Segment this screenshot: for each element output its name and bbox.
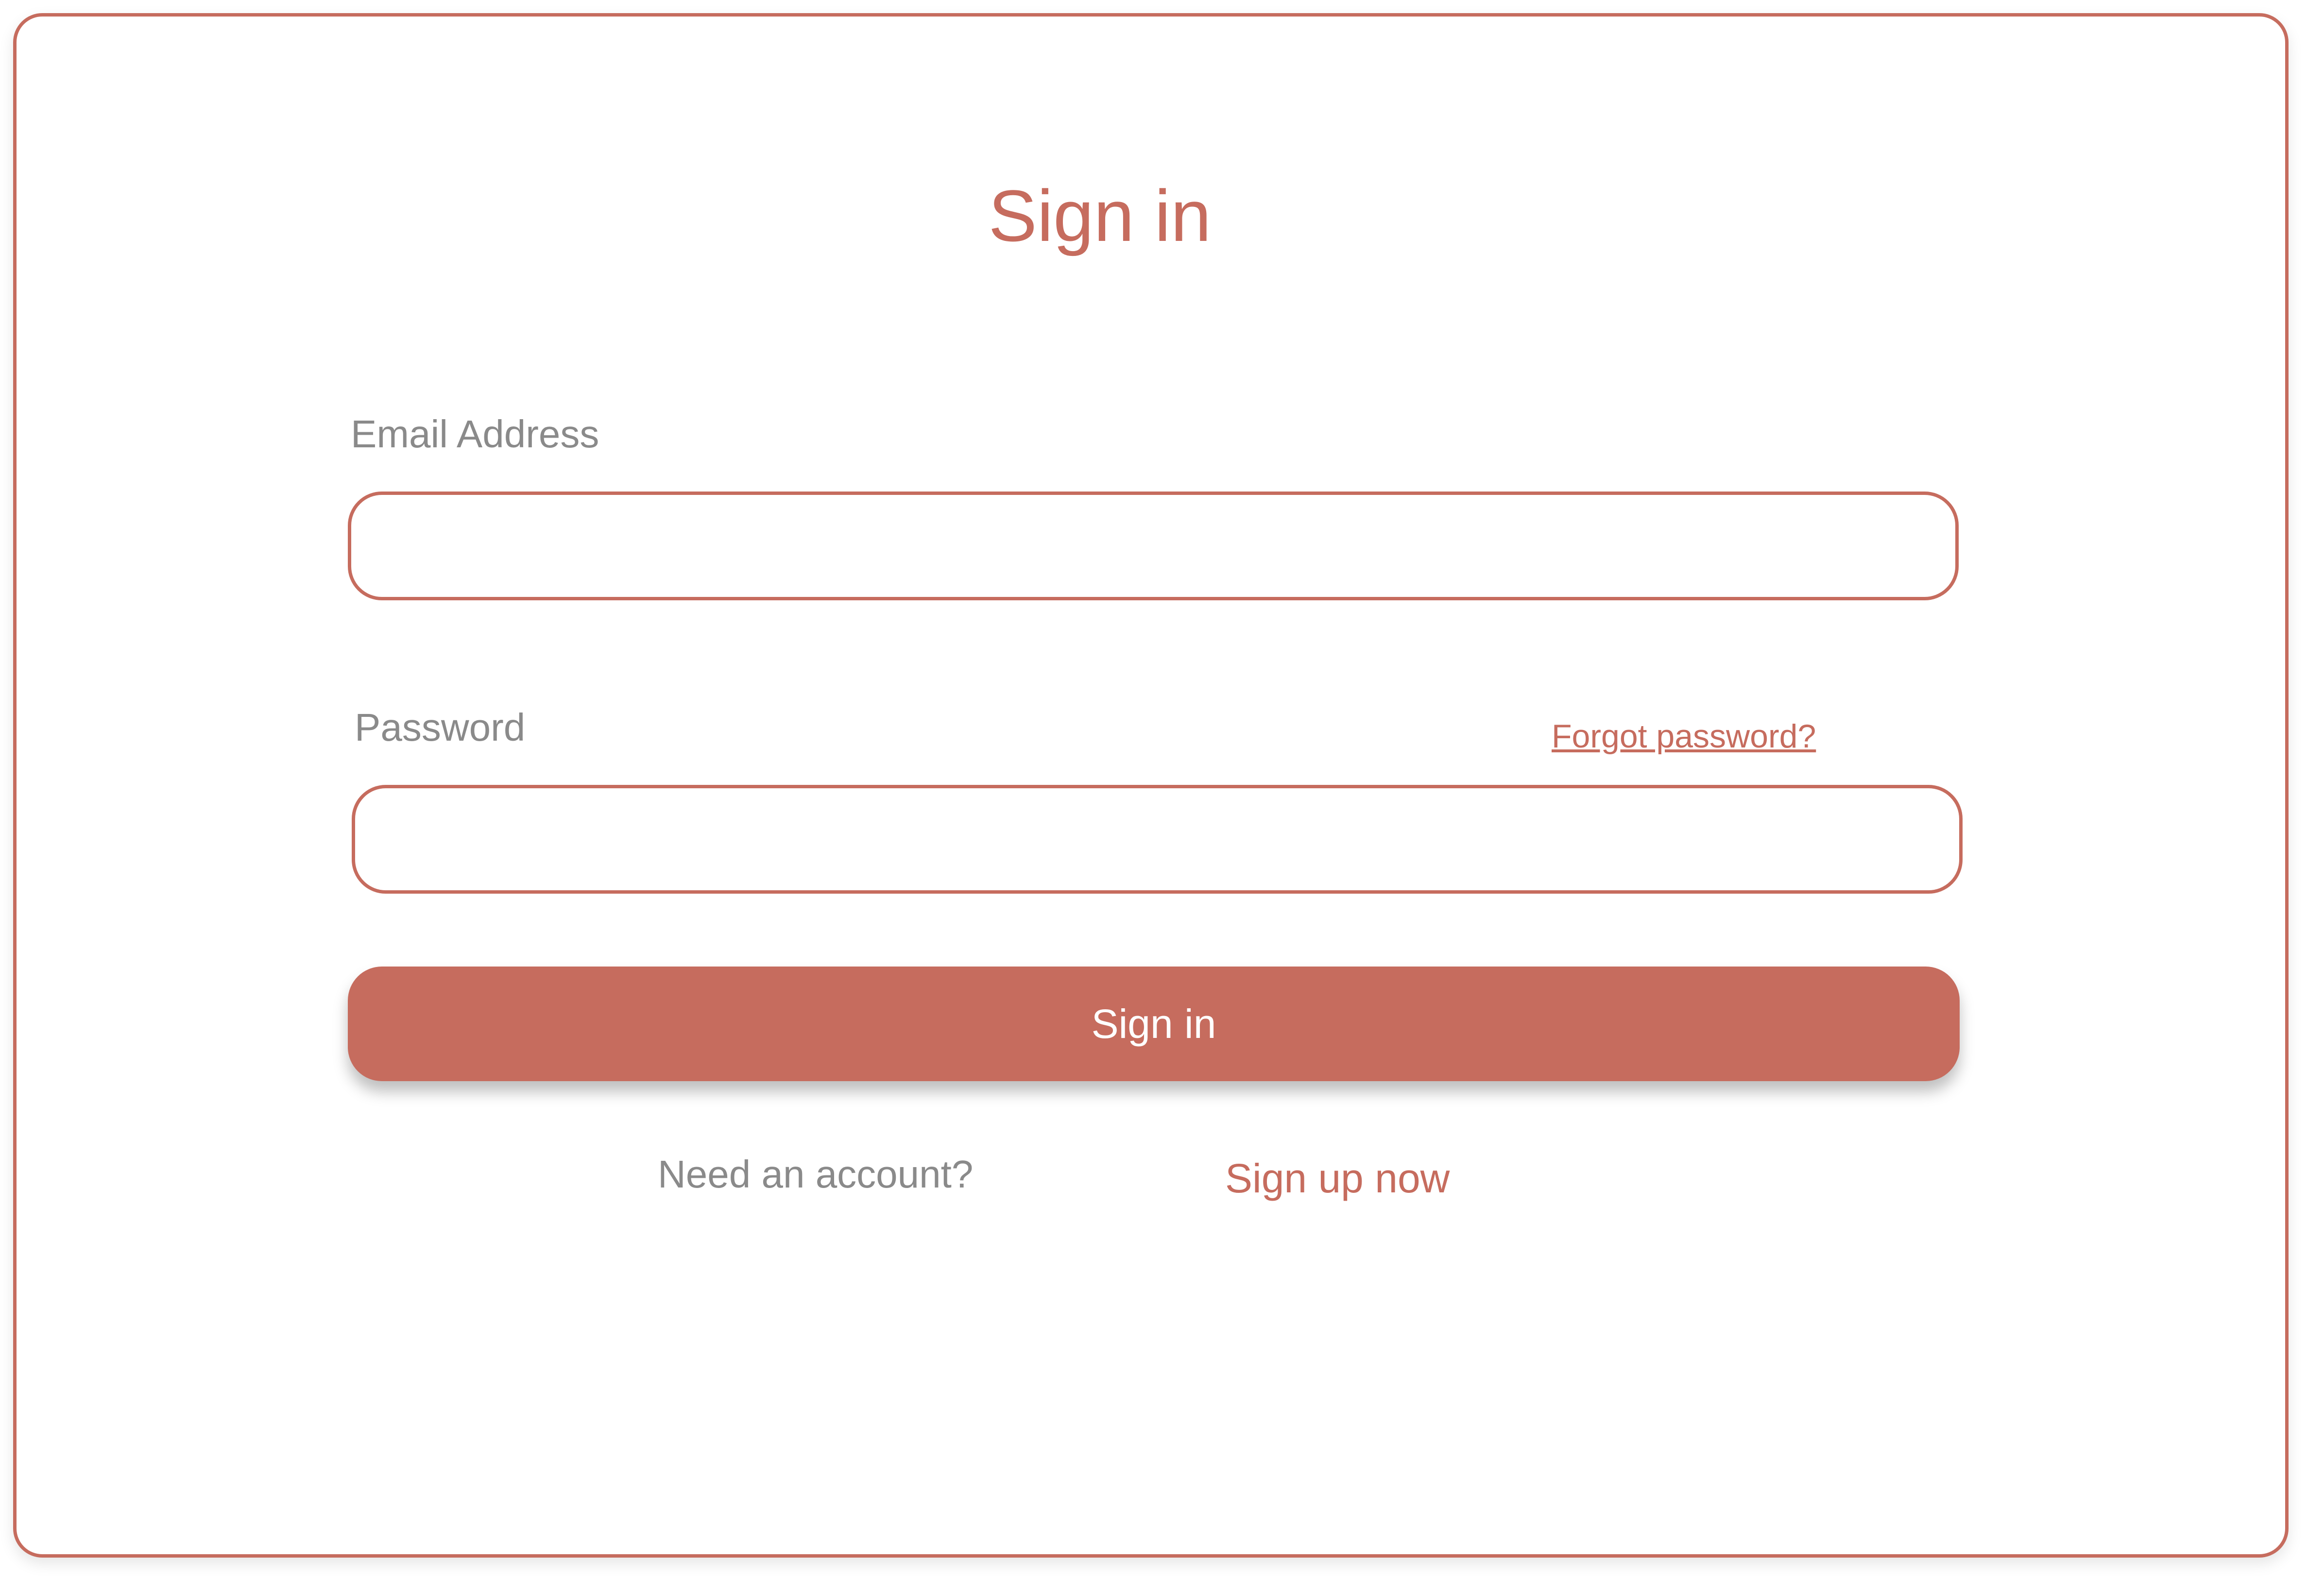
password-label: Password — [355, 706, 526, 749]
email-field[interactable] — [348, 492, 1959, 600]
sign-in-card: Sign in Email Address Password Forgot pa… — [13, 13, 2289, 1558]
email-label: Email Address — [351, 412, 599, 456]
sign-up-link[interactable]: Sign up now — [1225, 1154, 1450, 1203]
page-title: Sign in — [988, 175, 1212, 256]
need-account-text: Need an account? — [658, 1153, 974, 1196]
sign-in-button[interactable]: Sign in — [348, 967, 1960, 1081]
forgot-password-link[interactable]: Forgot password? — [1552, 716, 1816, 757]
password-field[interactable] — [352, 785, 1963, 894]
